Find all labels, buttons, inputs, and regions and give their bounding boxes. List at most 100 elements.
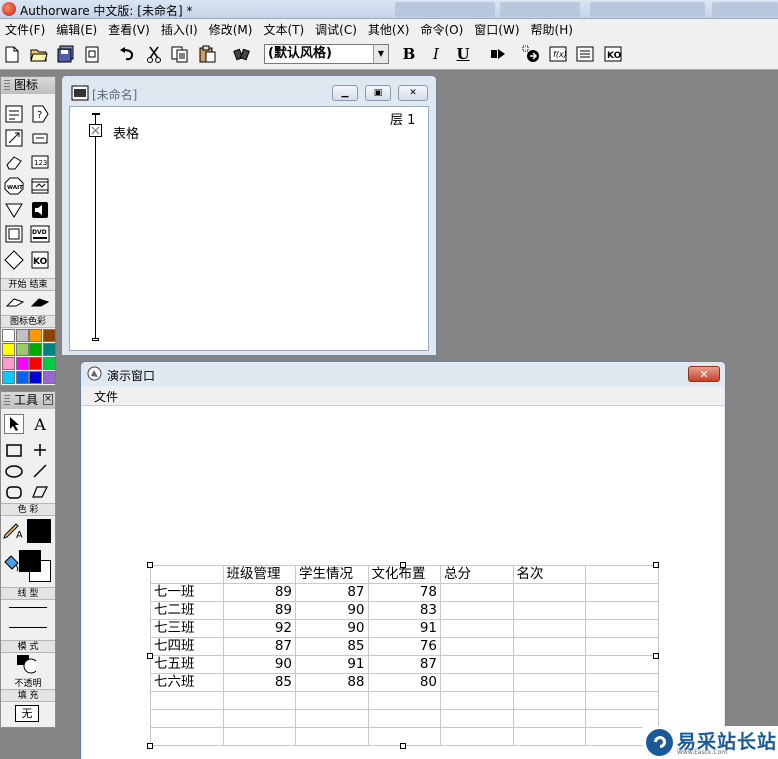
- color-swatch[interactable]: [42, 329, 56, 342]
- close-icon[interactable]: ×: [43, 394, 53, 405]
- control-panel-icon[interactable]: [521, 44, 541, 64]
- erase-icon[interactable]: [4, 152, 24, 172]
- variables-icon[interactable]: [575, 44, 595, 64]
- foreground-color-swatch[interactable]: [19, 550, 41, 572]
- restore-button[interactable]: ▣: [365, 85, 391, 101]
- minimize-button[interactable]: ▁: [332, 85, 358, 101]
- selection-handle[interactable]: [147, 562, 153, 568]
- table-cell: [512, 709, 586, 728]
- italic-button[interactable]: I: [426, 44, 446, 64]
- opaque-mode-icon[interactable]: [16, 654, 36, 674]
- selection-handle[interactable]: [147, 743, 153, 749]
- knowledge-object-icon[interactable]: KO: [30, 250, 50, 270]
- run-icon[interactable]: [488, 44, 508, 64]
- selection-handle[interactable]: [400, 743, 406, 749]
- line-color-pencil-icon[interactable]: A: [2, 520, 22, 540]
- sound-icon[interactable]: [30, 200, 50, 220]
- menu-window[interactable]: 窗口(W): [469, 21, 525, 38]
- score-table[interactable]: 班级管理 学生情况 文化布置 总分 名次 七一班 89 87 78 七二班 89 90 83 七三班 92…: [150, 565, 659, 746]
- functions-icon[interactable]: f(x): [548, 44, 568, 64]
- color-swatch[interactable]: [2, 343, 15, 356]
- selection-handle[interactable]: [653, 653, 659, 659]
- svg-text:A: A: [16, 530, 22, 540]
- color-swatch[interactable]: [15, 357, 29, 370]
- motion-icon[interactable]: [4, 128, 24, 148]
- decision-icon[interactable]: ?: [30, 104, 50, 124]
- framework-icon[interactable]: [4, 224, 24, 244]
- line-option[interactable]: [9, 627, 47, 628]
- navigate-icon[interactable]: [4, 200, 24, 220]
- cut-icon[interactable]: [144, 44, 164, 64]
- display-icon[interactable]: [4, 104, 24, 124]
- fill-bucket-icon[interactable]: [1, 554, 21, 574]
- color-swatch[interactable]: [15, 371, 29, 384]
- import-icon[interactable]: [83, 44, 103, 64]
- rectangle-tool-icon[interactable]: [4, 440, 24, 460]
- rounded-rectangle-tool-icon[interactable]: [4, 482, 24, 502]
- color-swatch[interactable]: [29, 371, 42, 384]
- stroke-color-swatch[interactable]: [27, 519, 51, 543]
- map-icon[interactable]: [4, 250, 24, 270]
- color-swatch[interactable]: [29, 357, 42, 370]
- interaction-icon[interactable]: [30, 128, 50, 148]
- color-swatch[interactable]: [42, 371, 56, 384]
- menu-modify[interactable]: 修改(M): [204, 21, 259, 38]
- close-button[interactable]: ✕: [398, 85, 428, 101]
- calculation-icon[interactable]: 123: [30, 152, 50, 172]
- start-flag-icon[interactable]: [5, 292, 25, 312]
- flow-icon-label[interactable]: 表格: [113, 123, 139, 142]
- menu-commands[interactable]: 命令(O): [415, 21, 469, 38]
- color-swatch[interactable]: [29, 329, 42, 342]
- bold-button[interactable]: B: [399, 44, 419, 64]
- presentation-menu-file[interactable]: 文件: [94, 388, 118, 405]
- chevron-down-icon[interactable]: ▼: [373, 45, 388, 63]
- wait-icon[interactable]: WAIT: [4, 176, 24, 196]
- menu-text[interactable]: 文本(T): [258, 21, 310, 38]
- menu-view[interactable]: 查看(V): [103, 21, 156, 38]
- menu-edit[interactable]: 编辑(E): [51, 21, 103, 38]
- text-tool[interactable]: A: [30, 414, 50, 434]
- menu-other[interactable]: 其他(X): [363, 21, 416, 38]
- color-swatch[interactable]: [42, 343, 56, 356]
- color-swatch[interactable]: [2, 329, 15, 342]
- ellipse-tool-icon[interactable]: [4, 461, 24, 481]
- paste-icon[interactable]: [197, 44, 217, 64]
- pointer-tool-icon[interactable]: [4, 414, 24, 434]
- diagonal-line-tool-icon[interactable]: [30, 461, 50, 481]
- menu-debug[interactable]: 调试(C): [310, 21, 363, 38]
- selection-handle[interactable]: [147, 653, 153, 659]
- polygon-tool-icon[interactable]: [30, 482, 50, 502]
- open-folder-icon[interactable]: [29, 44, 49, 64]
- save-all-icon[interactable]: [56, 44, 76, 64]
- color-swatch[interactable]: [29, 343, 42, 356]
- end-flag-icon[interactable]: [30, 292, 50, 312]
- fill-none-button[interactable]: 无: [15, 705, 39, 722]
- find-icon[interactable]: [232, 44, 252, 64]
- selection-handle[interactable]: [653, 562, 659, 568]
- menu-insert[interactable]: 插入(I): [156, 21, 204, 38]
- thin-line-option[interactable]: [9, 607, 47, 608]
- selection-handle[interactable]: [400, 562, 406, 568]
- copy-icon[interactable]: [170, 44, 190, 64]
- table-cell: [440, 655, 514, 674]
- menu-file[interactable]: 文件(F): [0, 21, 51, 38]
- color-swatch[interactable]: [15, 343, 29, 356]
- color-swatch[interactable]: [2, 371, 15, 384]
- undo-icon[interactable]: [117, 44, 137, 64]
- knowledge-objects-icon[interactable]: KO: [603, 44, 623, 64]
- color-swatch[interactable]: [42, 357, 56, 370]
- table-cell: [512, 655, 586, 674]
- underline-button[interactable]: U: [453, 44, 473, 64]
- color-swatch[interactable]: [2, 357, 15, 370]
- digital-movie-icon[interactable]: [30, 176, 50, 196]
- color-swatch[interactable]: [15, 329, 29, 342]
- display-icon[interactable]: [89, 124, 102, 140]
- orthogonal-line-tool-icon[interactable]: [30, 440, 50, 460]
- text-style-select[interactable]: (默认风格) ▼: [264, 44, 389, 64]
- close-button[interactable]: ✕: [688, 366, 720, 382]
- new-file-icon[interactable]: [2, 44, 22, 64]
- menu-help[interactable]: 帮助(H): [526, 21, 579, 38]
- flowline-canvas[interactable]: 层 1 表格: [69, 106, 429, 351]
- table-cell: [440, 691, 514, 710]
- dvd-icon[interactable]: DVD: [30, 224, 50, 244]
